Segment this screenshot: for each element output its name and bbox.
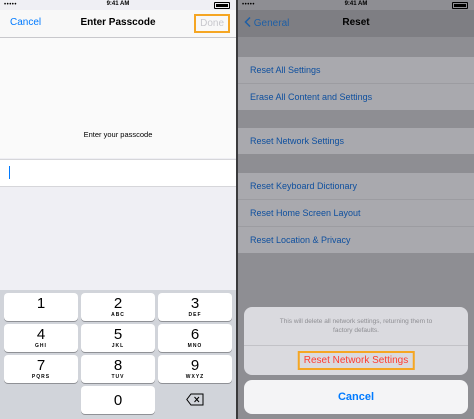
reset-group-primary: Reset All Settings Erase All Content and… (238, 57, 474, 110)
passcode-screen: ••••• 9:41 AM Cancel Enter Passcode Done… (0, 0, 236, 419)
key-letters: GHI (35, 343, 47, 349)
status-bar: ••••• 9:41 AM (0, 0, 236, 10)
message-line: This will delete all network settings, r… (279, 318, 433, 325)
page-title: Reset (342, 17, 370, 28)
action-sheet: This will delete all network settings, r… (244, 307, 468, 375)
passcode-area (0, 38, 236, 158)
key-digit: 7 (36, 357, 46, 374)
battery-icon (452, 2, 468, 9)
key-letters: JKL (111, 343, 125, 349)
reset-all-settings[interactable]: Reset All Settings (238, 57, 474, 83)
backspace-icon (186, 393, 204, 406)
key-9[interactable]: 9 WXYZ (158, 355, 232, 383)
reset-keyboard-dictionary[interactable]: Reset Keyboard Dictionary (238, 173, 474, 199)
key-letters: TUV (111, 374, 125, 380)
key-letters: DEF (188, 312, 202, 318)
key-4[interactable]: 4 GHI (4, 324, 78, 352)
reset-screen: ••••• 9:41 AM General Reset Reset All Se… (238, 0, 474, 419)
key-letters: WXYZ (185, 374, 205, 380)
cancel-button[interactable]: Cancel (244, 380, 468, 414)
reset-group-other: Reset Keyboard Dictionary Reset Home Scr… (238, 173, 474, 253)
text-cursor (9, 166, 10, 179)
key-6[interactable]: 6 MNO (158, 324, 232, 352)
key-letters: ABC (111, 312, 125, 318)
key-digit: 3 (190, 295, 200, 312)
key-1[interactable]: 1 (4, 293, 78, 321)
reset-home-screen-layout[interactable]: Reset Home Screen Layout (238, 199, 474, 226)
action-sheet-message: This will delete all network settings, r… (254, 317, 458, 335)
key-digit: 4 (36, 326, 46, 343)
key-2[interactable]: 2 ABC (81, 293, 155, 321)
number-keypad: 1 2 ABC 3 DEF 4 GHI 5 JKL 6 MNO 7 PQRS 8 TUV 9W… (0, 290, 236, 419)
nav-bar: Cancel Enter Passcode Done (0, 10, 236, 38)
key-3[interactable]: 3 DEF (158, 293, 232, 321)
nav-bar: General Reset (238, 10, 474, 37)
delete-key[interactable] (158, 386, 232, 414)
reset-group-network: Reset Network Settings (238, 128, 474, 154)
reset-location-privacy[interactable]: Reset Location & Privacy (238, 226, 474, 253)
key-7[interactable]: 7 PQRS (4, 355, 78, 383)
key-digit: 2 (113, 295, 123, 312)
status-bar: ••••• 9:41 AM (238, 0, 474, 10)
sheet-divider (244, 345, 468, 346)
key-0[interactable]: 0 (81, 386, 155, 414)
erase-all-content[interactable]: Erase All Content and Settings (238, 83, 474, 110)
passcode-prompt: Enter your passcode (83, 130, 153, 139)
confirm-reset-button[interactable]: Reset Network Settings (297, 351, 415, 370)
passcode-input[interactable] (0, 159, 236, 187)
key-5[interactable]: 5 JKL (81, 324, 155, 352)
key-digit: 5 (113, 326, 123, 343)
done-button[interactable]: Done (194, 14, 230, 33)
key-digit: 9 (190, 357, 200, 374)
key-letters: MNO (187, 343, 203, 349)
status-time: 9:41 AM (344, 1, 368, 7)
status-time: 9:41 AM (106, 1, 130, 7)
key-digit: 6 (190, 326, 200, 343)
key-blank (4, 386, 78, 414)
message-line: factory defaults. (333, 327, 379, 334)
key-digit: 0 (113, 392, 123, 409)
key-8[interactable]: 8 TUV (81, 355, 155, 383)
battery-icon (214, 2, 230, 9)
key-digit: 1 (36, 295, 46, 312)
key-letters: PQRS (31, 374, 51, 380)
reset-network-settings[interactable]: Reset Network Settings (238, 128, 474, 154)
key-digit: 8 (113, 357, 123, 374)
